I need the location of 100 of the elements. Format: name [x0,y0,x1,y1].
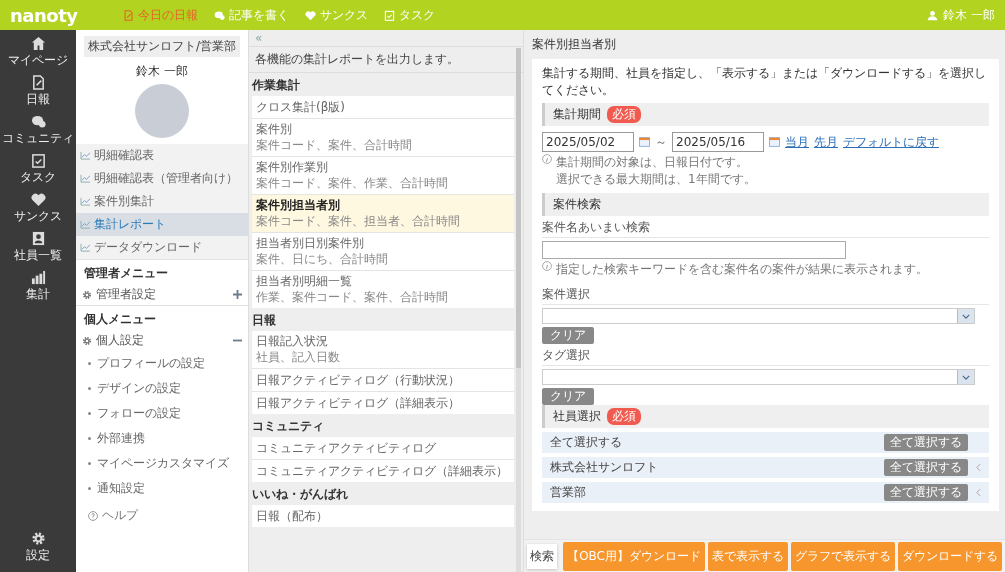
bullet-icon [88,362,91,365]
dropdown-toggle[interactable] [957,370,974,384]
report-title: 案件別担当者別 [256,198,341,213]
chart-icon [80,197,91,206]
report-fields: 案件、日にち、合計時間 [256,252,510,267]
report-title: 日報記入状況 [256,334,329,349]
settings-icon [30,531,46,546]
report-item[interactable]: コミュニティアクティビティログ（詳細表示） [252,460,514,482]
report-item[interactable]: 案件別作業別 案件コード、案件、作業、合計時間 [252,157,514,194]
search-field[interactable] [542,241,846,259]
submenu-item[interactable]: フォローの設定 [76,401,248,426]
section-title: 案件検索 [553,196,601,213]
report-fields: 案件コード、案件、担当者、合計時間 [256,214,510,229]
submenu-item[interactable]: 通知設定 [76,476,248,501]
submenu-item[interactable]: マイページカスタマイズ [76,451,248,476]
report-item[interactable]: 日報アクティビティログ（行動状況） [252,369,514,391]
page-title: 案件別担当者別 [531,36,617,53]
submenu-item[interactable]: プロフィールの設定 [76,351,248,376]
field-label: タグ選択 [542,346,989,366]
employee-group-row[interactable]: 全て選択する 全て選択する [542,432,989,453]
note-text: 選択できる最大期間は、1年間です。 [556,171,756,188]
clear-button[interactable]: クリア [542,388,594,405]
avatar-placeholder [135,84,189,138]
rail-item[interactable]: マイページ [8,36,68,69]
help-link[interactable]: ヘルプ [76,501,248,530]
report-item[interactable]: クロス集計(β版) [252,96,514,118]
report-item[interactable]: 日報（配布） [252,505,514,527]
menu-item[interactable]: 案件別集計 [76,190,248,213]
group-name: 株式会社サンロフト [550,459,659,476]
menu-item[interactable]: 集計レポート [76,213,248,236]
checklist-icon [384,9,396,21]
user-icon [927,9,939,21]
rail-item[interactable]: サンクス [14,192,62,225]
report-title: 日報（配布） [256,508,329,524]
scrollbar-thumb[interactable] [516,48,521,368]
required-badge: 必須 [607,106,641,123]
menu-item[interactable]: 明細確認表 [76,144,248,167]
settings-icon [82,289,92,300]
rail-item[interactable]: 社員一覧 [14,231,62,264]
chat-icon [30,114,46,129]
rail-item[interactable]: 日報 [26,75,50,108]
document-icon [30,75,46,90]
chart-icon [80,243,91,252]
bullet-icon [88,387,91,390]
dropdown-toggle[interactable] [957,309,974,323]
select-all-button[interactable]: 全て選択する [884,484,968,501]
info-icon [542,261,552,271]
heart-icon [30,192,46,207]
rail-item[interactable]: 集計 [26,270,50,303]
select-all-button[interactable]: 全て選択する [884,459,968,476]
date-preset-link[interactable]: デフォルトに戻す [843,133,939,151]
report-item[interactable]: 日報記入状況 社員、記入日数 [252,331,514,368]
report-item[interactable]: 案件別 案件コード、案件、合計時間 [252,119,514,156]
submenu-item[interactable]: デザインの設定 [76,376,248,401]
menu-item[interactable]: データダウンロード [76,236,248,259]
rail-item[interactable]: タスク [20,153,56,186]
date-preset-link[interactable]: 先月 [814,133,838,151]
scrollbar[interactable] [516,48,521,572]
chevron-left-icon[interactable] [976,463,981,472]
submenu-item[interactable]: 外部連携 [76,426,248,451]
section-title: 集計期間 [553,106,601,123]
menu-item[interactable]: 明細確認表（管理者向け） [76,167,248,190]
checklist-icon [30,153,46,168]
section-heading: いいね・がんばれ [252,486,349,503]
report-item[interactable]: 担当者別日別案件別 案件、日にち、合計時間 [252,233,514,270]
group-name: 営業部 [550,484,587,501]
calendar-icon[interactable] [769,137,780,147]
group-name: 全て選択する [550,434,623,451]
instruction-text: 集計する期間、社員を指定し、「表示する」または「ダウンロードする」を選択してください。 [542,65,987,99]
menu-item[interactable]: 個人設定 [82,332,144,349]
chevron-left-icon[interactable] [976,488,981,497]
report-fields: 作業、案件コード、案件、合計時間 [256,290,510,305]
report-title: 日報アクティビティログ（詳細表示） [256,395,461,411]
rail-item[interactable]: 設定 [26,531,50,564]
required-badge: 必須 [607,408,641,425]
report-item[interactable]: 担当者別明細一覧 作業、案件コード、案件、合計時間 [252,271,514,308]
report-item[interactable]: コミュニティアクティビティログ [252,437,514,459]
employee-group-row[interactable]: 営業部 全て選択する [542,482,989,503]
start-date-field[interactable]: 2025/05/02 [542,132,634,152]
menu-item[interactable]: 管理者設定 [82,286,156,303]
user-name: 鈴木 一郎 [136,63,188,80]
search-tab[interactable]: 検索 [527,543,557,569]
plus-icon[interactable] [233,290,242,299]
employee-group-row[interactable]: 株式会社サンロフト 全て選択する [542,457,989,478]
field-label: 案件選択 [542,285,989,305]
report-title: コミュニティアクティビティログ（詳細表示） [256,463,509,479]
clear-button[interactable]: クリア [542,327,594,344]
rail-item[interactable]: コミュニティ [2,114,74,147]
report-item[interactable]: 日報アクティビティログ（詳細表示） [252,392,514,414]
report-title: 担当者別明細一覧 [256,274,353,289]
report-item[interactable]: 案件別担当者別 案件コード、案件、担当者、合計時間 [252,195,514,232]
date-preset-link[interactable]: 当月 [785,133,809,151]
calendar-icon[interactable] [639,137,650,147]
note-text: 集計期間の対象は、日報日付です。 [556,154,749,171]
end-date-field[interactable]: 2025/05/16 [672,132,764,152]
range-separator: ～ [655,133,667,151]
select-all-button[interactable]: 全て選択する [884,434,968,451]
chat-icon [214,9,226,21]
select-field[interactable] [542,308,975,324]
select-field[interactable] [542,369,975,385]
